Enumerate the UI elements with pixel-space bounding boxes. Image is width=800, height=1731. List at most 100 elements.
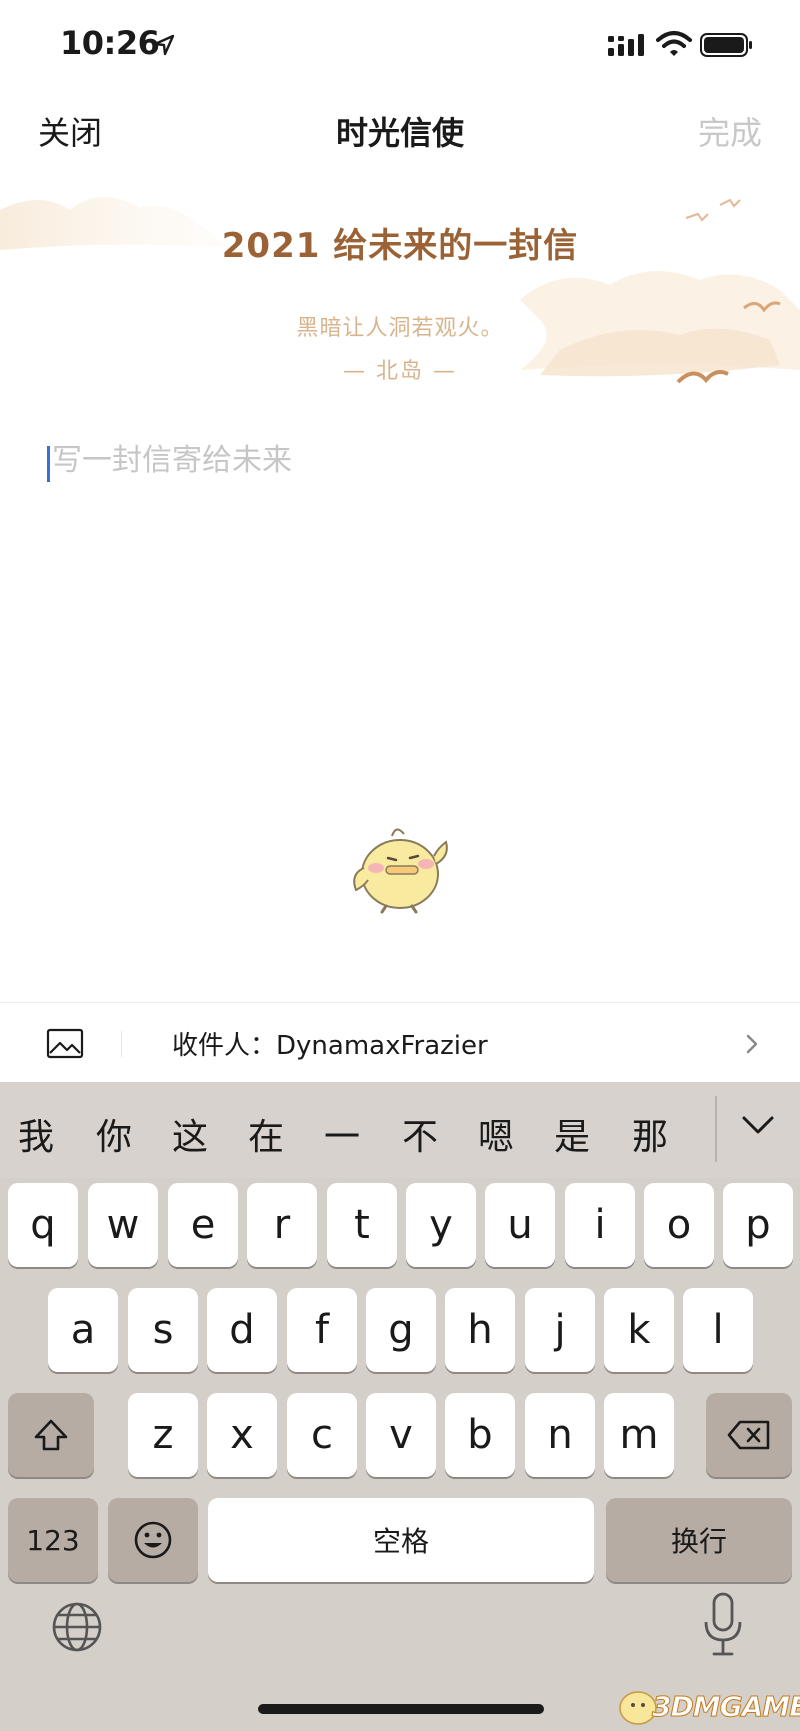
key-s[interactable]: s — [128, 1288, 198, 1372]
key-q[interactable]: q — [8, 1183, 78, 1267]
key-label: p — [745, 1202, 771, 1248]
signal-icon — [608, 34, 644, 56]
key-o[interactable]: o — [644, 1183, 714, 1267]
key-t[interactable]: t — [327, 1183, 397, 1267]
letter-editor[interactable] — [44, 440, 756, 482]
wifi-icon — [656, 31, 692, 56]
key-a[interactable]: a — [48, 1288, 118, 1372]
key-label: n — [547, 1412, 573, 1458]
key-label: s — [152, 1307, 174, 1353]
key-k[interactable]: k — [604, 1288, 674, 1372]
home-indicator — [258, 1704, 544, 1714]
watermark-text: 3DMGAME — [651, 1690, 800, 1724]
key-label: l — [712, 1307, 724, 1353]
key-label: y — [429, 1202, 453, 1248]
battery-icon — [700, 33, 752, 57]
chevron-down-icon[interactable] — [738, 1108, 778, 1144]
candidate-word[interactable]: 你 — [96, 1108, 132, 1160]
key-label: 123 — [26, 1523, 80, 1557]
key-label: r — [273, 1202, 291, 1248]
emoji-key[interactable] — [108, 1498, 198, 1582]
nav-bar: 关闭 时光信使 完成 — [0, 90, 800, 170]
key-label: x — [230, 1412, 254, 1458]
delete-key[interactable] — [706, 1393, 792, 1477]
numbers-key[interactable]: 123 — [8, 1498, 98, 1582]
key-d[interactable]: d — [207, 1288, 277, 1372]
status-bar: 10:26 — [0, 0, 800, 90]
candidate-word[interactable]: 不 — [402, 1108, 438, 1160]
candidate-bar: 我 你 这 在 一 不 嗯 是 那 — [0, 1082, 800, 1178]
key-label: 换行 — [670, 1525, 727, 1558]
duck-mascot-illustration — [353, 828, 448, 914]
key-u[interactable]: u — [485, 1183, 555, 1267]
key-i[interactable]: i — [565, 1183, 635, 1267]
image-icon[interactable] — [46, 1027, 86, 1061]
key-x[interactable]: x — [207, 1393, 277, 1477]
candidate-word[interactable]: 嗯 — [478, 1108, 514, 1160]
page-title: 时光信使 — [335, 114, 464, 152]
key-label: j — [554, 1307, 566, 1353]
key-c[interactable]: c — [287, 1393, 357, 1477]
banner-title: 2021 给未来的一封信 — [221, 226, 579, 266]
key-m[interactable]: m — [604, 1393, 674, 1477]
key-label: z — [152, 1412, 174, 1458]
letter-header-banner: 2021 给未来的一封信 黑暗让人洞若观火。 — 北岛 — — [0, 170, 800, 400]
key-l[interactable]: l — [683, 1288, 753, 1372]
chevron-right-icon[interactable] — [744, 1033, 760, 1055]
candidate-word[interactable]: 那 — [632, 1108, 668, 1160]
key-label: v — [389, 1412, 413, 1458]
location-arrow-icon — [153, 34, 175, 56]
key-label: w — [106, 1202, 140, 1248]
space-key[interactable]: 空格 — [208, 1498, 594, 1582]
key-p[interactable]: p — [723, 1183, 793, 1267]
emoji-icon — [134, 1521, 172, 1559]
key-f[interactable]: f — [287, 1288, 357, 1372]
key-label: f — [314, 1307, 330, 1353]
candidate-divider — [715, 1096, 717, 1162]
key-h[interactable]: h — [445, 1288, 515, 1372]
key-label: b — [467, 1412, 493, 1458]
key-label: a — [70, 1307, 96, 1353]
divider — [121, 1031, 122, 1057]
candidate-word[interactable]: 我 — [18, 1108, 54, 1160]
key-label: e — [190, 1202, 216, 1248]
key-e[interactable]: e — [168, 1183, 238, 1267]
key-j[interactable]: j — [525, 1288, 595, 1372]
key-label: h — [467, 1307, 493, 1353]
key-label: c — [311, 1412, 333, 1458]
key-label: g — [388, 1307, 414, 1353]
key-w[interactable]: w — [88, 1183, 158, 1267]
candidate-word[interactable]: 在 — [248, 1108, 284, 1160]
globe-icon[interactable] — [50, 1600, 104, 1654]
shift-icon — [34, 1419, 68, 1451]
shift-key[interactable] — [8, 1393, 94, 1477]
key-y[interactable]: y — [406, 1183, 476, 1267]
done-button[interactable]: 完成 — [698, 108, 762, 154]
microphone-icon[interactable] — [702, 1592, 744, 1658]
letter-input[interactable] — [52, 440, 752, 480]
key-r[interactable]: r — [247, 1183, 317, 1267]
return-key[interactable]: 换行 — [606, 1498, 792, 1582]
key-label: d — [229, 1307, 255, 1353]
key-label: t — [354, 1202, 370, 1248]
key-v[interactable]: v — [366, 1393, 436, 1477]
key-label: 空格 — [372, 1525, 429, 1558]
key-label: i — [594, 1202, 606, 1248]
key-n[interactable]: n — [525, 1393, 595, 1477]
candidate-word[interactable]: 一 — [324, 1108, 360, 1160]
key-label: k — [627, 1307, 651, 1353]
delete-icon — [727, 1420, 770, 1450]
candidate-word[interactable]: 这 — [172, 1108, 208, 1160]
key-b[interactable]: b — [445, 1393, 515, 1477]
banner-quote: 黑暗让人洞若观火。 — [296, 316, 504, 341]
key-label: o — [666, 1202, 692, 1248]
recipient-selector[interactable]: 收件人：DynamaxFrazier — [172, 1025, 488, 1062]
text-caret — [47, 446, 50, 482]
close-button[interactable]: 关闭 — [38, 108, 102, 154]
candidate-word[interactable]: 是 — [554, 1108, 590, 1160]
key-label: u — [507, 1202, 533, 1248]
key-g[interactable]: g — [366, 1288, 436, 1372]
key-z[interactable]: z — [128, 1393, 198, 1477]
banner-author: — 北岛 — — [343, 359, 457, 384]
status-time: 10:26 — [60, 24, 160, 62]
